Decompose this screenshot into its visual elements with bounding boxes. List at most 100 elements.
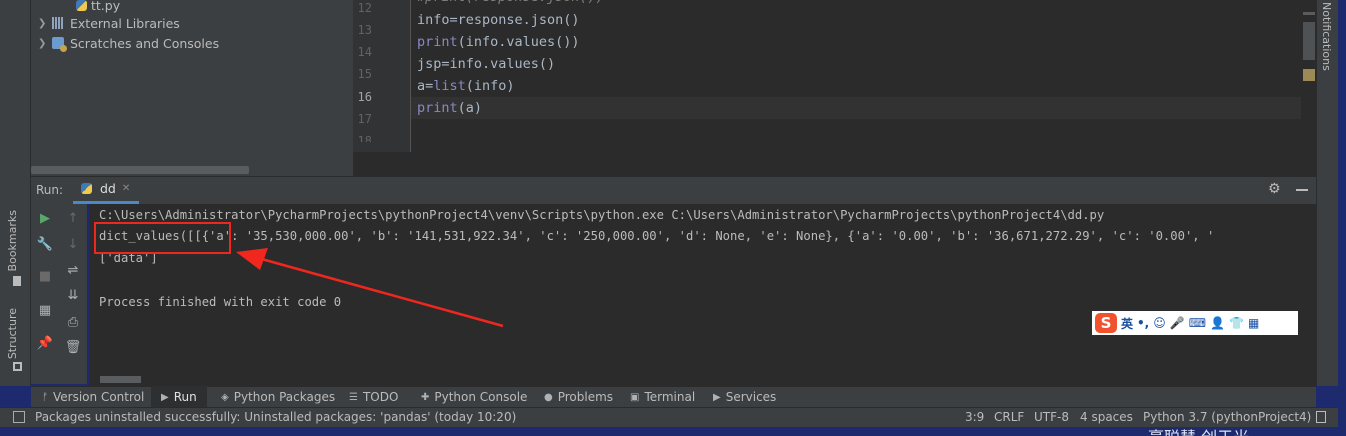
chevron-right-icon[interactable]: ❯ [38,18,52,29]
keyboard-icon[interactable]: ⌨ [1189,316,1206,330]
structure-icon [13,362,22,371]
tab-python-packages[interactable]: ◈ Python Packages [221,390,335,404]
todo-icon: ☰ [349,391,358,403]
gear-icon[interactable]: ⚙ [1268,181,1281,197]
run-toolbar-secondary: ↑ ↓ ⇌ ⇊ ⎙ 🗑 [60,204,88,384]
print-icon[interactable]: ⎙ [64,313,82,331]
scroll-to-end-icon[interactable]: ⇊ [64,286,82,304]
run-icon: ▶ [161,391,169,403]
pin-icon[interactable]: 📌 [36,334,54,352]
tab-label: Terminal [644,390,696,404]
rerun-icon[interactable]: ▶ [36,209,54,227]
code-text: (info.values()) [457,34,580,50]
line-separator[interactable]: CRLF [994,410,1024,424]
tab-python-console[interactable]: ✚ Python Console [421,390,527,404]
tab-services[interactable]: ▶ Services [713,390,776,404]
scratches-icon [52,37,67,52]
code-line[interactable]: print(info.values()) [417,31,580,53]
caret-position[interactable]: 3:9 [965,410,984,424]
arrow-up-icon[interactable]: ↑ [64,209,82,227]
tab-label: Services [725,390,777,404]
bookmark-icon [13,276,21,286]
sogou-logo-icon[interactable]: S [1095,313,1117,333]
run-tab-dd[interactable]: dd ✕ [73,176,139,204]
tree-item-external-libraries[interactable]: ❯ External Libraries [38,13,180,33]
tree-item-label: Scratches and Consoles [70,35,220,51]
console-line-command: C:\Users\Administrator\PycharmProjects\p… [99,208,1105,222]
line-number: 15 [357,67,372,81]
scrollbar-thumb[interactable] [1303,22,1315,60]
status-message-icon[interactable] [13,411,25,423]
console-horizontal-scrollbar[interactable] [100,376,141,383]
line-number: 13 [357,23,372,37]
tab-terminal[interactable]: ▣ Terminal [630,390,695,404]
ime-toolbar: S 英 •, ☺ 🎤 ⌨ 👤 👕 ▦ [1092,311,1298,335]
tree-item-scratches-and-consoles[interactable]: ❯ Scratches and Consoles [38,33,219,53]
chevron-right-icon[interactable]: ❯ [38,38,52,49]
code-text: a= [417,78,434,94]
soft-wrap-icon[interactable]: ⇌ [64,261,82,279]
desktop-background [1338,0,1346,436]
tab-label: Python Console [434,390,528,404]
code-line-comment[interactable]: #print(response.json()) [417,0,604,8]
minimize-icon[interactable] [1296,189,1308,191]
structure-stripe-button[interactable]: Structure [6,308,19,359]
line-number: 12 [357,1,372,15]
scrollbar-warning-marker[interactable] [1303,69,1315,81]
microphone-icon[interactable]: 🎤 [1170,316,1185,330]
status-message[interactable]: Packages uninstalled successfully: Unins… [35,410,516,424]
editor-bottom-area [353,152,1316,176]
close-icon[interactable]: ✕ [122,183,130,194]
file-encoding[interactable]: UTF-8 [1034,410,1069,424]
scrollbar-marker [1303,12,1315,15]
indent-setting[interactable]: 4 spaces [1080,410,1133,424]
code-line[interactable]: jsp=info.values() [417,53,555,75]
emoji-icon[interactable]: ☺ [1153,316,1166,330]
line-number: 17 [357,112,372,126]
code-line[interactable]: info=response.json() [417,9,580,31]
tree-horizontal-scrollbar[interactable] [31,166,249,174]
packages-icon: ◈ [221,391,229,403]
ime-mode-toggle[interactable]: 英 [1121,315,1133,332]
code-line[interactable]: print(a) [417,97,482,119]
tab-version-control[interactable]: ᚠ Version Control [42,390,144,404]
tab-label: TODO [362,390,399,404]
tree-item-label: tt.py [91,0,121,13]
terminal-icon: ▣ [630,391,640,403]
line-number: 18 [357,134,372,142]
arrow-down-icon[interactable]: ↓ [64,235,82,253]
punctuation-icon[interactable]: •, [1137,316,1149,330]
code-text: (info) [465,78,515,94]
tab-problems[interactable]: ● Problems [544,390,613,404]
desktop-background [0,427,1346,436]
run-toolbar-primary: ▶ 🔧 ■ ▦ 📌 [31,204,60,384]
notifications-stripe-button[interactable]: Notifications [1320,2,1333,71]
toolbox-icon[interactable]: ▦ [1248,316,1259,330]
run-tab-label: dd [100,181,116,196]
lock-icon[interactable] [1316,411,1326,423]
python-console-icon: ✚ [421,391,430,403]
skin-icon[interactable]: 👕 [1229,316,1244,330]
tab-label: Python Packages [233,390,336,404]
desktop-text: 豪聪慧 创于光 [1148,424,1249,436]
python-interpreter[interactable]: Python 3.7 (pythonProject4) [1143,410,1311,424]
tab-run[interactable]: ▶ Run [161,390,197,404]
library-icon [52,17,64,29]
tab-todo[interactable]: ☰ TODO [349,390,398,404]
trash-icon[interactable]: 🗑 [64,338,82,356]
stop-icon[interactable]: ■ [36,267,54,285]
user-icon[interactable]: 👤 [1210,316,1225,330]
run-window-title: Run: [36,183,64,197]
layout-icon[interactable]: ▦ [36,301,54,319]
code-keyword: print [417,100,458,116]
wrench-icon[interactable]: 🔧 [36,235,54,253]
editor-gutter: 12 13 14 15 16 17 18 [353,0,411,152]
tree-item-label: External Libraries [70,15,180,31]
code-line[interactable]: a=list(info) [417,75,515,97]
bookmarks-stripe-button[interactable]: Bookmarks [6,210,19,271]
python-file-icon [76,0,87,11]
code-keyword: print [417,34,458,50]
code-text: info=response.json() [417,12,580,28]
caret-row-highlight [411,97,1316,119]
python-file-icon [81,183,92,194]
